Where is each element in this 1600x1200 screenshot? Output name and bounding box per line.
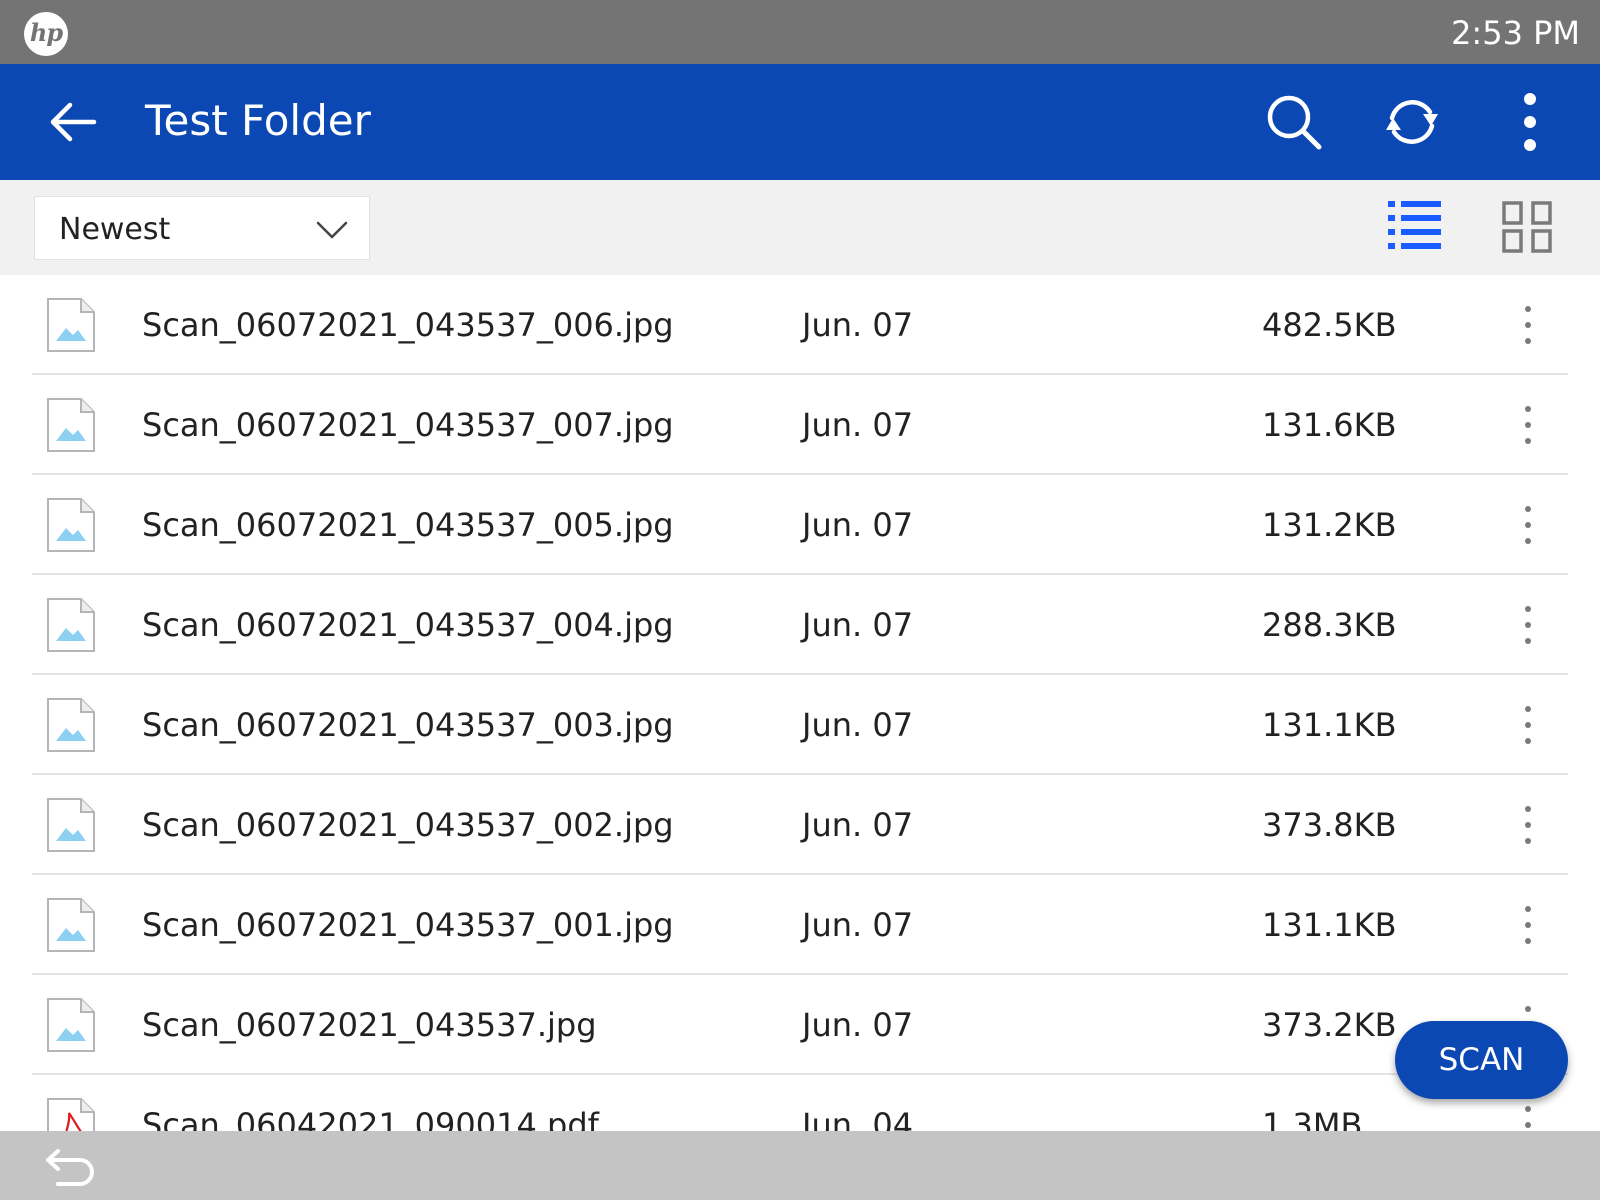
file-menu-button[interactable]: [1516, 805, 1540, 845]
file-size: 131.6KB: [1262, 406, 1397, 444]
file-menu-button[interactable]: [1516, 1105, 1540, 1131]
more-vert-icon: [1525, 806, 1531, 844]
file-date: Jun. 07: [802, 706, 914, 744]
scan-button[interactable]: SCAN: [1395, 1021, 1568, 1099]
more-vert-icon: [1525, 706, 1531, 744]
file-row[interactable]: Scan_06072021_043537_006.jpg Jun. 07 482…: [0, 275, 1600, 375]
file-row[interactable]: Scan_06072021_043537_005.jpg Jun. 07 131…: [0, 475, 1600, 575]
app-bar: Test Folder: [0, 64, 1600, 180]
chevron-down-icon: [316, 221, 348, 239]
refresh-icon: [1386, 100, 1438, 144]
more-vert-icon: [1525, 906, 1531, 944]
status-clock: 2:53 PM: [1451, 14, 1580, 52]
file-row[interactable]: Scan_06072021_043537_004.jpg Jun. 07 288…: [0, 575, 1600, 675]
file-row[interactable]: Scan_06072021_043537_003.jpg Jun. 07 131…: [0, 675, 1600, 775]
file-row[interactable]: Scan_06072021_043537_007.jpg Jun. 07 131…: [0, 375, 1600, 475]
file-date: Jun. 07: [802, 406, 914, 444]
image-file-icon: [47, 298, 95, 352]
file-date: Jun. 07: [802, 906, 914, 944]
file-name: Scan_06072021_043537_003.jpg: [142, 706, 674, 744]
file-name: Scan_06072021_043537_006.jpg: [142, 306, 674, 344]
file-date: Jun. 07: [802, 306, 914, 344]
file-size: 482.5KB: [1262, 306, 1397, 344]
file-date: Jun. 07: [802, 506, 914, 544]
file-name: Scan_06072021_043537_005.jpg: [142, 506, 674, 544]
file-menu-button[interactable]: [1516, 405, 1540, 445]
file-name: Scan_06042021_090014.pdf: [142, 1106, 599, 1131]
file-menu-button[interactable]: [1516, 505, 1540, 545]
file-size: 373.8KB: [1262, 806, 1397, 844]
image-file-icon: [47, 998, 95, 1052]
status-bar: hp 2:53 PM: [0, 0, 1600, 64]
file-size: 131.1KB: [1262, 706, 1397, 744]
sort-dropdown[interactable]: Newest: [34, 196, 370, 260]
more-vert-icon: [1524, 93, 1536, 151]
image-file-icon: [47, 898, 95, 952]
image-file-icon: [47, 698, 95, 752]
grid-view-button[interactable]: [1498, 197, 1558, 257]
file-menu-button[interactable]: [1516, 605, 1540, 645]
hp-logo-icon: hp: [24, 12, 68, 56]
file-name: Scan_06072021_043537_004.jpg: [142, 606, 674, 644]
more-vert-icon: [1525, 506, 1531, 544]
image-file-icon: [47, 798, 95, 852]
file-menu-button[interactable]: [1516, 905, 1540, 945]
list-view-button[interactable]: [1384, 197, 1444, 257]
search-button[interactable]: [1262, 90, 1326, 154]
sort-toolbar: Newest: [0, 180, 1600, 275]
overflow-menu-button[interactable]: [1498, 90, 1562, 154]
file-size: 373.2KB: [1262, 1006, 1397, 1044]
page-title: Test Folder: [145, 96, 371, 145]
sort-value: Newest: [59, 212, 171, 247]
image-file-icon: [47, 598, 95, 652]
file-size: 1.3MB: [1262, 1106, 1363, 1131]
image-file-icon: [47, 498, 95, 552]
file-date: Jun. 07: [802, 606, 914, 644]
file-size: 131.2KB: [1262, 506, 1397, 544]
grid-view-icon: [1502, 201, 1552, 253]
file-name: Scan_06072021_043537_007.jpg: [142, 406, 674, 444]
pdf-file-icon: [47, 1098, 95, 1131]
list-view-icon: [1388, 201, 1441, 249]
file-name: Scan_06072021_043537_001.jpg: [142, 906, 674, 944]
more-vert-icon: [1525, 406, 1531, 444]
file-date: Jun. 04: [802, 1106, 914, 1131]
file-row[interactable]: Scan_06042021_090014.pdf Jun. 04 1.3MB: [0, 1075, 1600, 1131]
file-list: Scan_06072021_043537_006.jpg Jun. 07 482…: [0, 275, 1600, 1131]
file-row[interactable]: Scan_06072021_043537_001.jpg Jun. 07 131…: [0, 875, 1600, 975]
file-name: Scan_06072021_043537_002.jpg: [142, 806, 674, 844]
arrow-left-icon: [50, 102, 97, 142]
more-vert-icon: [1525, 606, 1531, 644]
image-file-icon: [47, 398, 95, 452]
file-row[interactable]: Scan_06072021_043537.jpg Jun. 07 373.2KB: [0, 975, 1600, 1075]
hp-logo-text: hp: [29, 18, 63, 47]
file-size: 288.3KB: [1262, 606, 1397, 644]
file-date: Jun. 07: [802, 1006, 914, 1044]
file-date: Jun. 07: [802, 806, 914, 844]
search-icon: [1267, 95, 1322, 150]
file-size: 131.1KB: [1262, 906, 1397, 944]
undo-icon: [46, 1149, 94, 1186]
file-menu-button[interactable]: [1516, 705, 1540, 745]
file-row[interactable]: Scan_06072021_043537_002.jpg Jun. 07 373…: [0, 775, 1600, 875]
back-button[interactable]: [44, 92, 104, 152]
system-back-button[interactable]: [44, 1143, 100, 1189]
more-vert-icon: [1525, 1106, 1531, 1128]
refresh-button[interactable]: [1380, 90, 1444, 154]
bottom-bar: [0, 1131, 1600, 1200]
file-name: Scan_06072021_043537.jpg: [142, 1006, 597, 1044]
file-menu-button[interactable]: [1516, 305, 1540, 345]
more-vert-icon: [1525, 306, 1531, 344]
